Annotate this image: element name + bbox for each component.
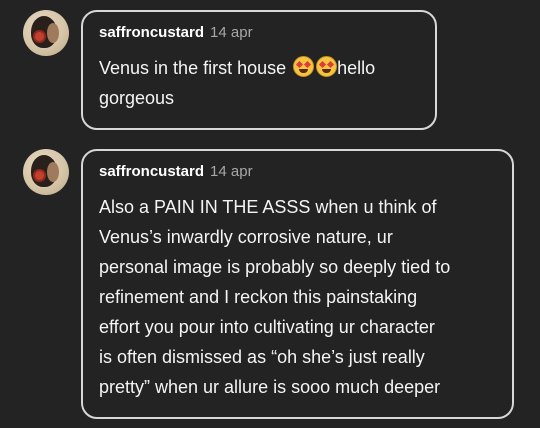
avatar[interactable]	[23, 149, 69, 195]
message-line: effort you pour into cultivating ur char…	[99, 317, 435, 337]
message-line: Also a PAIN IN THE ASSS when u think of	[99, 197, 437, 217]
avatar[interactable]	[23, 10, 69, 56]
star-struck-emoji	[293, 56, 315, 77]
message-bubble: saffroncustard 14 apr Also a PAIN IN THE …	[81, 149, 514, 419]
message-line: gorgeous	[99, 88, 175, 108]
timestamp: 14 apr	[210, 24, 253, 41]
message-header: saffroncustard 14 apr	[99, 22, 253, 41]
avatar-flower	[35, 32, 44, 41]
message-trailing-text: hello	[337, 58, 376, 78]
star-struck-emoji	[316, 56, 338, 77]
message-text: Also a PAIN IN THE ASSS when u think of …	[99, 192, 450, 402]
message-line: Venus’s inwardly corrosive nature, ur	[99, 227, 393, 247]
message-text: Venus in the first house hello gorgeous	[99, 53, 375, 113]
message-header: saffroncustard 14 apr	[99, 161, 253, 180]
avatar-face	[47, 162, 59, 182]
message-bubble: saffroncustard 14 apr Venus in the first …	[81, 10, 437, 130]
message-line: personal image is probably so deeply tie…	[99, 257, 451, 277]
message-line: is often dismissed as “oh she’s just rea…	[99, 347, 425, 367]
message-line: refinement and I reckon this painstaking	[99, 287, 418, 307]
message-line: pretty” when ur allure is sooo much deep…	[99, 377, 441, 397]
avatar-flower	[35, 171, 44, 180]
username[interactable]: saffroncustard	[99, 163, 204, 180]
username[interactable]: saffroncustard	[99, 24, 204, 41]
message-line: Venus in the first house	[99, 58, 287, 78]
avatar-face	[47, 23, 59, 43]
timestamp: 14 apr	[210, 163, 253, 180]
